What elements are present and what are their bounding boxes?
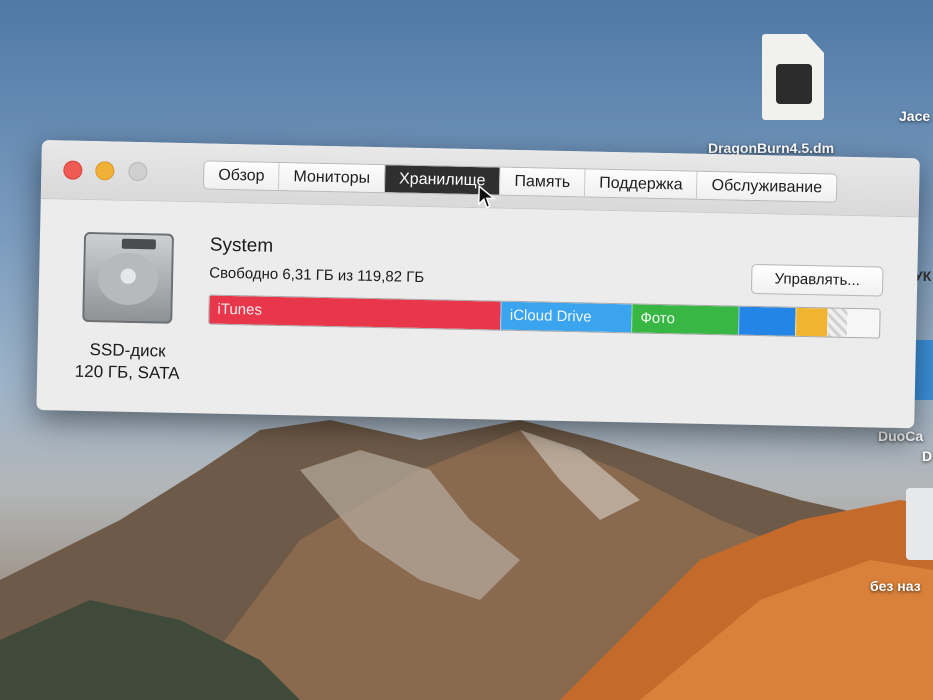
tab-bar: Обзор Мониторы Хранилище Память Поддержк… (203, 160, 838, 203)
storage-segment[interactable] (846, 308, 880, 338)
mouse-pointer-icon (477, 185, 496, 209)
manage-button[interactable]: Управлять... (750, 263, 884, 297)
storage-segment[interactable]: iTunes (209, 295, 502, 330)
desktop-edge-label-jace: Jace (899, 108, 931, 124)
storage-segment[interactable]: Фото (631, 304, 739, 335)
desktop-edge-label-untitled: без наз (870, 578, 921, 594)
disk-capacity-label: 120 ГБ, SATA (74, 361, 180, 383)
storage-usage-bar: iTunes iCloud Drive Фото (208, 294, 881, 339)
storage-segment[interactable] (738, 306, 796, 336)
tab-overview[interactable]: Обзор (204, 161, 279, 190)
storage-pane: SSD-диск 120 ГБ, SATA System Свободно 6,… (36, 199, 918, 429)
desktop-edge-label-duo: DuoCa (878, 428, 924, 444)
desktop-edge-letter: D (922, 448, 933, 464)
minimize-button[interactable] (95, 161, 115, 181)
storage-segment[interactable]: iCloud Drive (500, 301, 632, 333)
zoom-button[interactable] (128, 161, 148, 182)
tab-service[interactable]: Обслуживание (696, 171, 837, 202)
close-button[interactable] (63, 160, 83, 180)
volume-name: System (209, 234, 274, 257)
desktop-edge-icon-white[interactable] (906, 488, 933, 560)
storage-segment[interactable] (795, 307, 828, 337)
tab-displays[interactable]: Мониторы (278, 162, 385, 193)
desktop-dmg-file[interactable] (762, 34, 824, 120)
about-this-mac-window: Обзор Мониторы Хранилище Память Поддержк… (36, 140, 920, 429)
tab-memory[interactable]: Память (499, 167, 585, 197)
disk-image-icon (776, 64, 812, 104)
hard-drive-icon (82, 231, 175, 324)
storage-segment[interactable] (826, 308, 848, 337)
disk-type-label: SSD-диск (89, 340, 166, 361)
free-space-text: Свободно 6,31 ГБ из 119,82 ГБ (209, 264, 425, 287)
tab-support[interactable]: Поддержка (583, 169, 697, 199)
